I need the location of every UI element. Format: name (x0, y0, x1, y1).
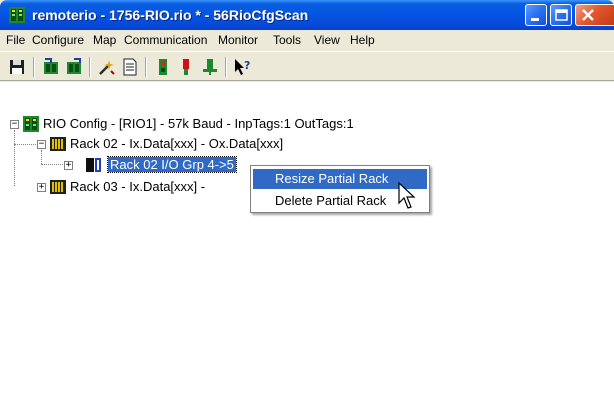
toolbar-separator (145, 57, 147, 77)
menu-view[interactable]: View (314, 33, 340, 47)
menu-bar: File Configure Map Communication Monitor… (0, 30, 614, 50)
application-window: remoterio - 1756-RIO.rio * - 56RioCfgSca… (0, 0, 614, 408)
tree-connector (41, 150, 42, 164)
menu-monitor[interactable]: Monitor (218, 33, 258, 47)
close-button[interactable] (575, 4, 614, 26)
root-collapse-toggle[interactable]: − (10, 119, 19, 129)
document-icon[interactable] (120, 57, 140, 77)
menu-tools[interactable]: Tools (273, 33, 301, 47)
maximize-button[interactable] (550, 4, 572, 26)
connect-icon[interactable] (153, 57, 173, 77)
minimize-icon (531, 18, 539, 21)
save-icon[interactable] (7, 57, 27, 77)
tools-wizard-icon[interactable] (97, 57, 117, 77)
maximize-icon (555, 9, 568, 21)
app-rack-icon (9, 7, 25, 23)
rack-icon (50, 137, 66, 151)
run-icon[interactable] (176, 57, 196, 77)
toolbar-separator (225, 57, 227, 77)
tree-connector (41, 164, 63, 165)
help-cursor-icon[interactable]: ? (233, 57, 253, 77)
window-title: remoterio - 1756-RIO.rio * - 56RioCfgSca… (32, 7, 309, 23)
toolbar: ? (0, 51, 614, 81)
minimize-button[interactable] (525, 4, 547, 26)
rio-config-icon (23, 116, 39, 132)
svg-text:?: ? (244, 59, 250, 72)
toolbar-separator (33, 57, 35, 77)
tree-item-rack02[interactable]: Rack 02 - Ix.Data[xxx] - Ox.Data[xxx] (70, 136, 283, 151)
menu-help[interactable]: Help (350, 33, 375, 47)
menu-configure[interactable]: Configure (32, 33, 84, 47)
title-bar[interactable]: remoterio - 1756-RIO.rio * - 56RioCfgSca… (0, 0, 614, 30)
tree-item-rack02-io-group[interactable]: Rack 02 I/O Grp 4->5 (107, 156, 237, 173)
rack-icon (50, 180, 66, 194)
menu-map[interactable]: Map (93, 33, 116, 47)
menu-communication[interactable]: Communication (124, 33, 207, 47)
rack02-group-expand-toggle[interactable]: + (64, 160, 73, 170)
rack02-collapse-toggle[interactable]: − (37, 139, 46, 149)
upload-icon[interactable] (41, 57, 61, 77)
disconnect-icon[interactable] (200, 57, 220, 77)
rack03-expand-toggle[interactable]: + (37, 182, 46, 192)
tree-item-rio-config[interactable]: RIO Config - [RIO1] - 57k Baud - InpTags… (43, 116, 354, 131)
menu-file[interactable]: File (6, 33, 25, 47)
tree-connector (14, 130, 15, 186)
toolbar-separator (89, 57, 91, 77)
tree-view[interactable]: − RIO Config - [RIO1] - 57k Baud - InpTa… (0, 82, 614, 408)
mouse-cursor-icon (398, 182, 416, 209)
tree-item-rack03[interactable]: Rack 03 - Ix.Data[xxx] - (70, 179, 205, 194)
io-group-icon (86, 158, 101, 172)
close-icon (582, 9, 594, 21)
download-icon[interactable] (64, 57, 84, 77)
tree-connector (14, 144, 36, 145)
